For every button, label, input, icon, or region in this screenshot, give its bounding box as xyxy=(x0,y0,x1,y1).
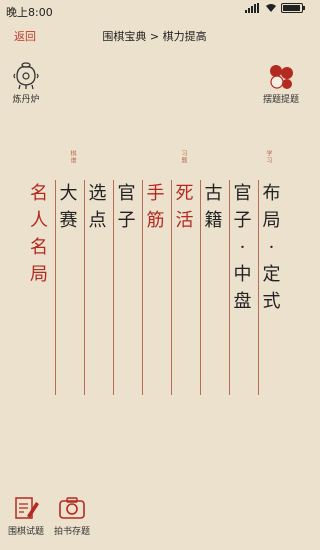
furnace-label: 炼丹炉 xyxy=(12,95,40,105)
column-char: 中 xyxy=(233,264,252,285)
column-opening-joseki[interactable]: 布 局 · 定 式 xyxy=(258,180,284,395)
column-endgame-middlegame[interactable]: 官 子 · 中 盘 xyxy=(229,180,255,395)
tag-xuexi: 学习 xyxy=(265,150,272,164)
column-endgame[interactable]: 官 子 xyxy=(113,180,139,395)
column-tesuji[interactable]: 手 筋 xyxy=(142,180,168,395)
column-char: 子 xyxy=(233,210,252,231)
column-tournaments[interactable]: 大 赛 xyxy=(55,180,81,395)
shuffle-label: 摆题提题 xyxy=(262,95,299,105)
category-columns: 棋谱 习题 学习 名 人 名 局 大 赛 选 点 官 子 手 筋 死 活 古 籍… xyxy=(26,150,284,395)
column-char: · xyxy=(239,237,246,258)
status-bar: 晚上8:00 xyxy=(0,0,309,20)
column-char: 手 xyxy=(146,183,165,204)
column-famous-games[interactable]: 名 人 名 局 xyxy=(26,180,52,395)
column-char: 子 xyxy=(117,210,136,231)
edit-document-icon xyxy=(15,497,39,519)
column-char: 死 xyxy=(175,183,194,204)
column-char: 活 xyxy=(175,210,194,231)
column-char: 筋 xyxy=(146,210,165,231)
status-icons xyxy=(245,3,305,13)
stones-icon xyxy=(270,65,293,89)
go-test-button[interactable]: 围棋试题 xyxy=(6,494,46,537)
column-char: 式 xyxy=(262,291,281,312)
column-life-death[interactable]: 死 活 xyxy=(171,180,197,395)
column-choose-point[interactable]: 选 点 xyxy=(84,180,110,395)
wifi-icon xyxy=(266,4,276,12)
bottom-toolbar: 围棋试题 拍书存题 xyxy=(0,494,309,544)
photo-save-label: 拍书存题 xyxy=(53,527,90,537)
column-char: 赛 xyxy=(59,210,78,231)
column-char: 古 xyxy=(204,183,223,204)
battery-icon xyxy=(281,3,305,13)
column-classics[interactable]: 古 籍 xyxy=(200,180,226,395)
furnace-icon xyxy=(13,62,39,90)
column-char: 大 xyxy=(59,183,78,204)
column-char: 局 xyxy=(262,210,281,231)
column-char: 盘 xyxy=(233,291,252,312)
go-test-label: 围棋试题 xyxy=(7,527,44,537)
page-title: 围棋宝典 > 棋力提高 xyxy=(102,30,207,43)
nav-bar: 返回 围棋宝典 > 棋力提高 xyxy=(0,22,309,46)
column-char: 选 xyxy=(88,183,107,204)
column-char: 籍 xyxy=(204,210,223,231)
tag-qipu: 棋谱 xyxy=(69,150,76,164)
column-char: 布 xyxy=(262,183,281,204)
furnace-button[interactable]: 炼丹炉 xyxy=(6,60,46,105)
status-time: 晚上8:00 xyxy=(6,6,53,19)
column-char: · xyxy=(268,237,275,258)
tag-xiti: 习题 xyxy=(180,150,187,164)
column-char: 官 xyxy=(117,183,136,204)
camera-icon xyxy=(59,497,85,519)
column-char: 官 xyxy=(233,183,252,204)
column-char: 局 xyxy=(30,264,48,285)
column-char: 点 xyxy=(88,210,107,231)
column-char: 定 xyxy=(262,264,281,285)
column-char: 名 xyxy=(30,237,48,258)
signal-icon xyxy=(245,3,259,13)
column-char: 名 xyxy=(30,183,48,204)
column-char: 人 xyxy=(30,210,48,231)
shuffle-problems-button[interactable]: 摆题提题 xyxy=(259,62,303,105)
photo-save-button[interactable]: 拍书存题 xyxy=(52,494,92,537)
